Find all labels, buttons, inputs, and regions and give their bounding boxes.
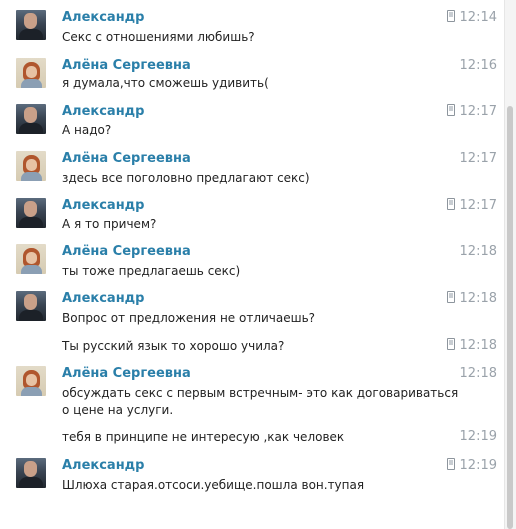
sender-name[interactable]: Александр xyxy=(62,104,145,119)
message-time: 12:17 xyxy=(459,151,497,166)
message-time: 12:17 xyxy=(446,198,497,213)
message-text: я думала,что сможешь удивить( xyxy=(62,76,269,90)
message-time: 12:14 xyxy=(446,10,497,25)
mobile-phone-icon xyxy=(446,104,455,116)
message-time: 12:19 xyxy=(459,429,497,444)
sender-name[interactable]: Алёна Сергеевна xyxy=(62,151,191,166)
message-time: 12:18 xyxy=(459,366,497,381)
avatar[interactable] xyxy=(16,10,46,40)
message-time: 12:16 xyxy=(459,58,497,73)
sender-name[interactable]: Александр xyxy=(62,10,145,25)
mobile-phone-icon xyxy=(446,338,455,350)
mobile-phone-icon xyxy=(446,458,455,470)
message-time: 12:19 xyxy=(446,458,497,473)
sender-name[interactable]: Алёна Сергеевна xyxy=(62,366,191,381)
message-text: Секс с отношениями любишь? xyxy=(62,30,255,44)
message-time: 12:18 xyxy=(459,244,497,259)
avatar[interactable] xyxy=(16,244,46,274)
message-text: Вопрос от предложения не отличаешь? xyxy=(62,311,316,325)
message-text: тебя в принципе не интересую ,как челове… xyxy=(62,430,345,444)
avatar[interactable] xyxy=(16,58,46,88)
message-text: А я то причем? xyxy=(62,217,157,231)
chat-history: Александр 12:14 Секс с отношениями любиш… xyxy=(0,0,505,529)
message-text: ты тоже предлагаешь секс) xyxy=(62,264,241,278)
message-time: 12:17 xyxy=(446,104,497,119)
mobile-phone-icon xyxy=(446,291,455,303)
scrollbar-thumb[interactable] xyxy=(507,106,513,529)
avatar[interactable] xyxy=(16,458,46,488)
avatar[interactable] xyxy=(16,198,46,228)
sender-name[interactable]: Алёна Сергеевна xyxy=(62,58,191,73)
sender-name[interactable]: Александр xyxy=(62,291,145,306)
avatar[interactable] xyxy=(16,104,46,134)
avatar[interactable] xyxy=(16,151,46,181)
mobile-phone-icon xyxy=(446,10,455,22)
message-time: 12:18 xyxy=(446,291,497,306)
sender-name[interactable]: Алёна Сергеевна xyxy=(62,244,191,259)
message-time: 12:18 xyxy=(446,338,497,353)
message-text: Шлюха старая.отсоси.уебище.пошла вон.туп… xyxy=(62,478,365,492)
sender-name[interactable]: Александр xyxy=(62,198,145,213)
message-text: обсуждать секс с первым встречным- это к… xyxy=(62,386,459,417)
avatar[interactable] xyxy=(16,366,46,396)
mobile-phone-icon xyxy=(446,198,455,210)
message-text: А надо? xyxy=(62,123,112,137)
scrollbar[interactable] xyxy=(504,0,516,529)
message-text: здесь все поголовно предлагают секс) xyxy=(62,171,310,185)
sender-name[interactable]: Александр xyxy=(62,458,145,473)
avatar[interactable] xyxy=(16,291,46,321)
message-text: Ты русский язык то хорошо учила? xyxy=(62,339,285,353)
